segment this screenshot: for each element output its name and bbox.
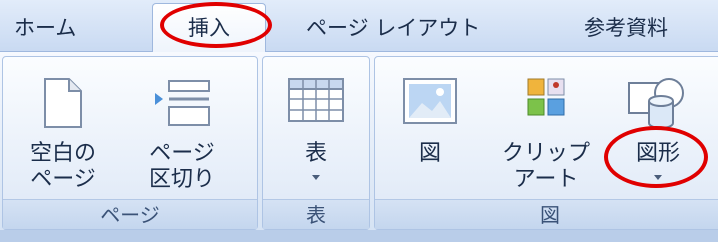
blank-page-button[interactable]: 空白の ページ <box>7 61 119 197</box>
picture-button[interactable]: 図 <box>381 61 479 197</box>
group-illustration-label: 図 <box>375 199 718 229</box>
tab-insert[interactable]: 挿入 <box>152 3 266 53</box>
blank-page-icon <box>43 77 83 133</box>
clipart-button[interactable]: クリップ アート <box>487 61 605 197</box>
blank-page-label: 空白の ページ <box>29 141 96 192</box>
picture-icon <box>402 77 458 129</box>
page-break-button[interactable]: ページ 区切り <box>123 61 241 197</box>
clipart-label: クリップ アート <box>501 141 590 192</box>
table-button-label: 表 <box>304 141 327 166</box>
shapes-dropdown-arrow-icon[interactable] <box>654 175 662 180</box>
table-icon <box>287 77 345 127</box>
ribbon-bottom-strip <box>0 230 718 242</box>
shapes-icon <box>627 77 689 133</box>
page-break-icon <box>153 77 211 133</box>
shapes-label: 図形 <box>635 141 680 166</box>
group-table: 表 表 <box>262 56 370 230</box>
tab-page-layout[interactable]: ページ レイアウト <box>306 12 480 44</box>
table-dropdown-arrow-icon[interactable] <box>312 175 320 180</box>
shapes-button[interactable]: 図形 <box>603 61 713 197</box>
page-break-label: ページ 区切り <box>148 141 215 192</box>
group-illustration: 図 クリップ アート 図形 図 <box>374 56 718 230</box>
group-page-label: ページ <box>3 199 257 229</box>
tab-home[interactable]: ホーム <box>14 12 76 44</box>
ribbon-tab-bar: ホーム 挿入 ページ レイアウト 参考資料 <box>0 0 718 53</box>
group-table-label: 表 <box>263 199 369 229</box>
tab-references[interactable]: 参考資料 <box>584 12 668 44</box>
picture-label: 図 <box>418 141 441 166</box>
clipart-icon <box>526 77 566 121</box>
table-button[interactable]: 表 <box>267 61 365 197</box>
ribbon-panel: 空白の ページ ページ 区切り ページ 表 表 図 クリップ アート 図形 図 <box>0 52 718 230</box>
group-page: 空白の ページ ページ 区切り ページ <box>2 56 258 230</box>
